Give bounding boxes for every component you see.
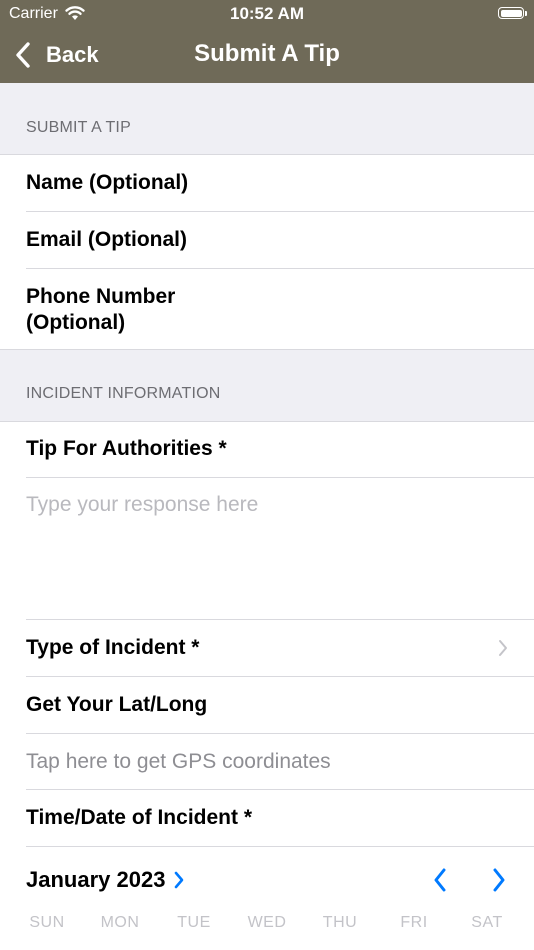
gps-hint: Tap here to get GPS coordinates [26,750,331,773]
weekday-label: SAT [471,914,503,931]
month-year-label: January 2023 [26,867,166,892]
weekday-label: MON [100,914,140,931]
section-title: INCIDENT INFORMATION [26,385,221,402]
phone-field-label-line1: Phone Number [26,285,176,308]
next-month-button[interactable] [490,866,508,894]
month-year-picker[interactable]: January 2023 [26,867,185,893]
tip-row: Tip For Authorities * [0,422,534,477]
latlong-row: Get Your Lat/Long [0,677,534,733]
phone-field-label-line2: (Optional) [26,311,126,334]
divider [26,846,534,847]
section-header-incident: INCIDENT INFORMATION [0,350,534,421]
weekday-label: FRI [400,914,428,931]
phone-field[interactable]: Phone Number (Optional) [0,269,534,349]
chevron-right-icon [175,871,184,889]
section-header-submit: SUBMIT A TIP [0,83,534,155]
status-bar: Carrier 10:52 AM [0,0,534,30]
email-field-label: Email (Optional) [26,228,188,251]
gps-button[interactable]: Tap here to get GPS coordinates [0,734,534,789]
status-time: 10:52 AM [229,4,304,23]
tip-label: Tip For Authorities * [26,437,227,460]
weekday-label: WED [247,914,287,931]
latlong-label: Get Your Lat/Long [26,693,208,716]
email-field[interactable]: Email (Optional) [0,212,534,268]
name-field[interactable]: Name (Optional) [0,155,534,211]
weekday-label: TUE [177,914,211,931]
section-title: SUBMIT A TIP [26,119,131,136]
top-bar: Carrier 10:52 AM Back Submit A Tip [0,0,534,83]
navigation-bar: Back Submit A Tip [0,30,534,83]
chevron-right-icon [499,640,507,656]
incident-type-row[interactable]: Type of Incident * [0,620,534,676]
tip-placeholder: Type your response here [26,493,259,516]
tip-textarea[interactable]: Type your response here [0,478,534,619]
weekday-label: SUN [29,914,65,931]
weekday-header: SUN MON TUE WED THU FRI SAT [0,914,534,938]
page-title: Submit A Tip [194,40,340,67]
battery-icon [498,7,527,19]
previous-month-button[interactable] [431,866,449,894]
time-date-label: Time/Date of Incident * [26,806,252,829]
time-date-row: Time/Date of Incident * [0,790,534,846]
incident-type-label: Type of Incident * [26,636,200,659]
weekday-label: THU [322,914,358,931]
name-field-label: Name (Optional) [26,171,189,194]
